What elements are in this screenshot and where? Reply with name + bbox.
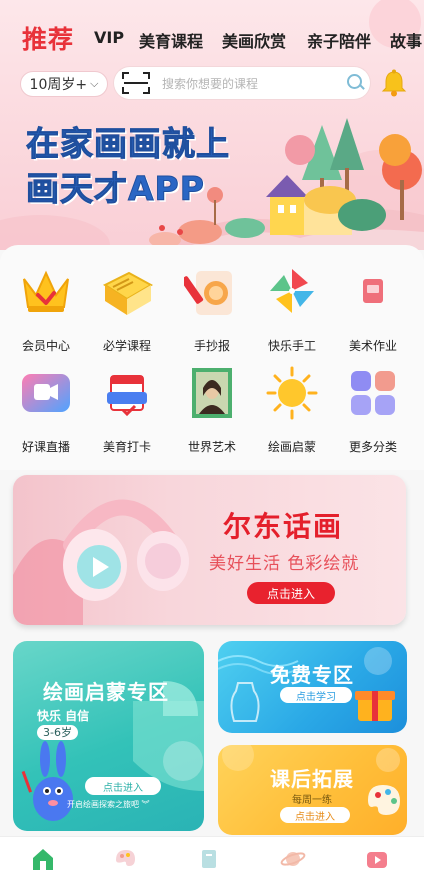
grid-label: 好课直播 [21,440,70,454]
tab-recommend[interactable]: 推荐 [22,20,74,58]
promo-enter-button[interactable]: 点击进入 [247,582,335,604]
grid-item-handwritten-paper[interactable]: 手抄报 [172,265,252,354]
card-footer-text: 开启绘画探索之旅吧 ︾ [67,800,150,809]
tab-art-appreciation[interactable]: 美画欣赏 [222,28,286,52]
grid-item-happy-crafts[interactable]: 快乐手工 [252,265,332,354]
chevron-down-icon: ⌵ [90,77,99,90]
drawing-enlightenment-card[interactable]: 绘画启蒙专区 快乐 自信 3-6岁 点击进入 开启绘画探索之旅吧 ︾ [13,641,204,831]
after-class-card[interactable]: 课后拓展 每周一练 点击进入 [218,745,407,835]
book-icon [102,271,154,315]
grid-item-drawing-enlightenment[interactable]: 绘画启蒙 [252,366,332,455]
category-tabs: 推荐 VIP 美育课程 美画欣赏 亲子陪伴 故事 [0,0,424,70]
search-icon[interactable] [340,68,370,98]
grid-item-live-classes[interactable]: 好课直播 [6,366,86,455]
header-area: 推荐 VIP 美育课程 美画欣赏 亲子陪伴 故事 10周岁+ ⌵ 搜索你想要的课… [0,0,424,250]
pinwheel-icon [270,269,314,313]
enter-button[interactable]: 点击进入 [280,807,350,823]
crown-icon [23,270,69,312]
promo-subtitle: 美好生活 色彩绘就 [209,554,360,574]
card-title: 课后拓展 [270,767,354,791]
category-grid: 会员中心 必学课程 手抄报 快乐手工 美术作业 好课直播 美育打卡 世界艺术 绘… [0,245,424,470]
grid-label: 会员中心 [21,339,70,353]
four-squares-icon [351,371,395,415]
grid-label: 必学课程 [102,339,151,353]
home-icon[interactable] [30,846,56,872]
learn-button[interactable]: 点击学习 [280,687,352,703]
grid-label: 世界艺术 [187,440,236,454]
app-root: 推荐 VIP 美育课程 美画欣赏 亲子陪伴 故事 10周岁+ ⌵ 搜索你想要的课… [0,0,424,878]
tab-vip[interactable]: VIP [94,28,124,47]
grid-item-art-checkin[interactable]: 美育打卡 [87,366,167,455]
tab-art-courses[interactable]: 美育课程 [139,28,203,52]
planet-icon[interactable] [280,846,306,872]
book-nav-icon[interactable] [196,846,222,872]
promo-title: 尔东话画 [223,510,344,543]
grid-label: 快乐手工 [267,339,316,353]
tab-stories[interactable]: 故事 [390,28,422,52]
age-range-badge: 3-6岁 [37,725,78,740]
notebook-icon [363,279,383,303]
age-filter-dropdown[interactable]: 10周岁+ ⌵ [20,71,108,97]
sun-icon [266,366,318,420]
card-tagline: 快乐 自信 [37,709,90,723]
headphones-illustration [13,499,189,625]
card-title: 绘画启蒙专区 [43,680,169,704]
grid-item-more-categories[interactable]: 更多分类 [333,366,413,455]
card-subtitle: 每周一练 [292,795,332,806]
grid-label: 美育打卡 [102,440,151,454]
grid-item-required-courses[interactable]: 必学课程 [87,265,167,354]
enter-button[interactable]: 点击进入 [85,777,161,795]
promo-banner[interactable]: 尔东话画 美好生活 色彩绘就 点击进入 [13,475,406,625]
grid-label: 更多分类 [348,440,397,454]
grid-label: 美术作业 [348,339,397,353]
grid-label: 手抄报 [193,339,230,353]
portrait-frame-icon [192,368,232,418]
scan-icon[interactable] [122,72,150,94]
pencil-lion-icon [180,271,232,315]
double-chevron-down-icon: ︾ [141,800,150,809]
bell-icon[interactable] [381,69,407,97]
tab-parent-child[interactable]: 亲子陪伴 [307,28,371,52]
bottom-nav [0,836,424,878]
banner-title-line2[interactable]: 画天才APP [26,162,205,210]
live-video-icon [22,374,70,412]
free-zone-card[interactable]: 免费专区 点击学习 [218,641,407,733]
grid-item-member-center[interactable]: 会员中心 [6,265,86,354]
banner-title-line1[interactable]: 在家画画就上 [26,117,230,165]
calendar-checkin-icon [107,375,147,417]
search-bar[interactable]: 搜索你想要的课程 [114,67,370,99]
grid-item-world-art[interactable]: 世界艺术 [172,366,252,455]
search-input[interactable]: 搜索你想要的课程 [162,75,340,92]
palette-icon[interactable] [112,846,138,872]
grid-item-art-homework[interactable]: 美术作业 [333,265,413,354]
card-title: 免费专区 [270,663,354,687]
age-filter-label: 10周岁+ [29,77,88,93]
video-nav-icon[interactable] [364,846,390,872]
grid-label: 绘画启蒙 [267,440,316,454]
